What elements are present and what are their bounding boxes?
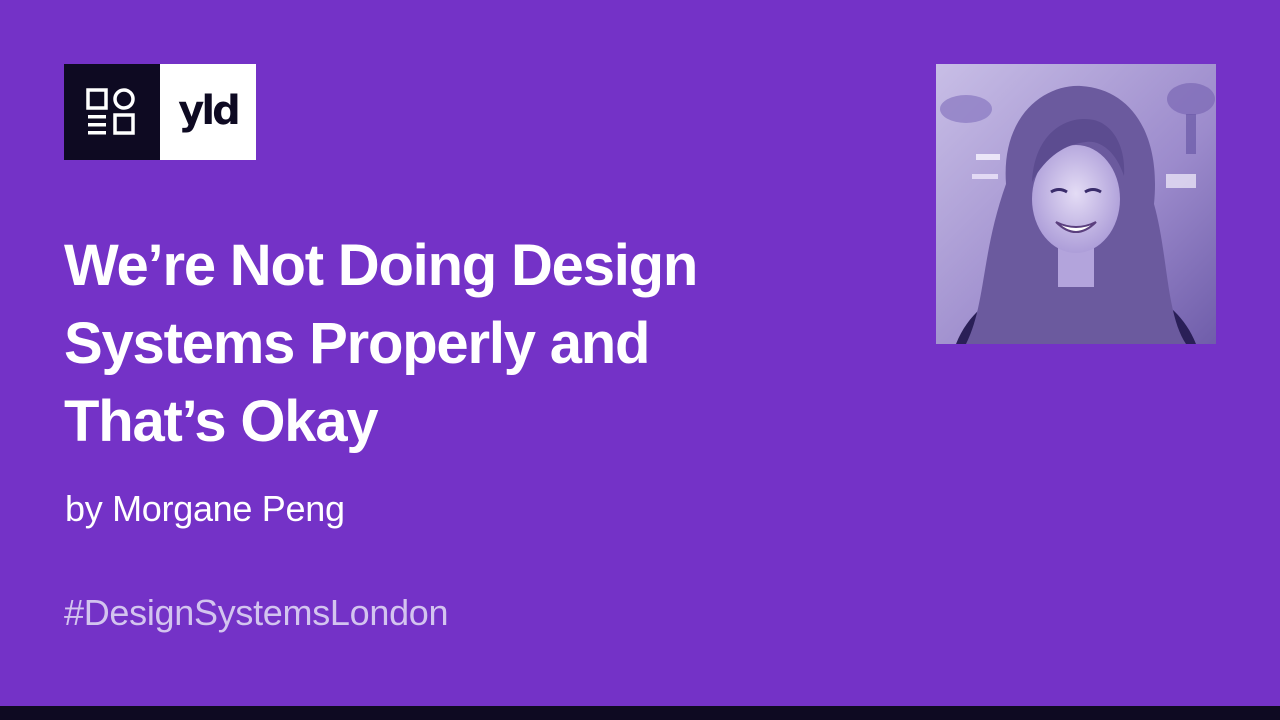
- yld-logo: yld: [160, 64, 256, 160]
- design-systems-london-icon: [86, 88, 135, 135]
- speaker-portrait-illustration: [936, 64, 1216, 344]
- speaker-photo: [936, 64, 1216, 344]
- yld-logo-text: yld: [178, 88, 240, 134]
- design-systems-london-logo: [64, 64, 160, 160]
- title-line-3: That’s Okay: [64, 389, 379, 454]
- event-hashtag: #DesignSystemsLondon: [64, 592, 449, 633]
- speaker-byline: by Morgane Peng: [65, 488, 345, 529]
- slide-title: We’re Not Doing Design Systems Properly …: [64, 227, 844, 461]
- bottom-bar: [0, 706, 1280, 720]
- title-line-1: We’re Not Doing Design: [64, 233, 698, 298]
- title-line-2: Systems Properly and: [64, 311, 650, 376]
